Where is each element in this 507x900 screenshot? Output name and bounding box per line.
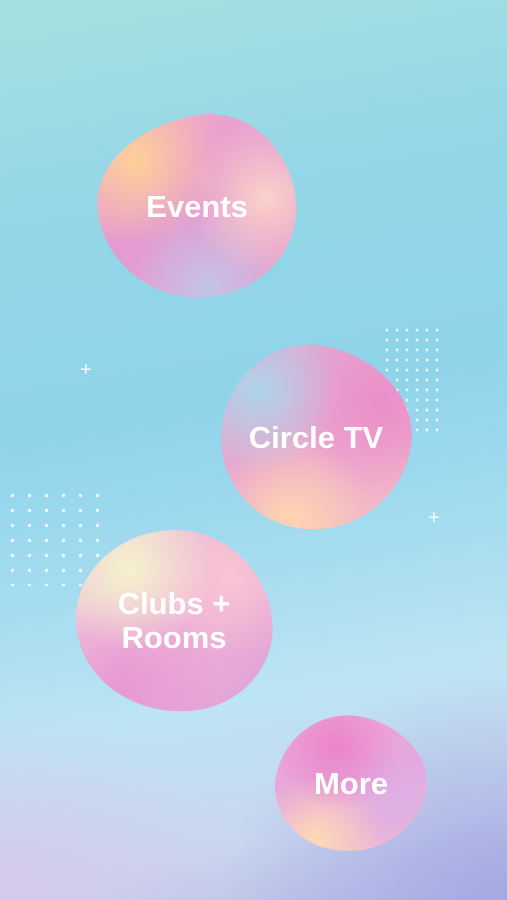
plus-icon-left: + — [80, 359, 92, 381]
circle-tv-button[interactable]: Circle TV — [206, 330, 426, 546]
more-label: More — [313, 766, 389, 801]
clubs-rooms-button[interactable]: Clubs + Rooms — [68, 521, 280, 721]
more-button[interactable]: More — [263, 701, 439, 867]
clubs-rooms-label: Clubs + Rooms — [117, 586, 231, 655]
plus-icon-right: + — [428, 507, 440, 529]
events-button[interactable]: Events — [86, 103, 308, 311]
events-label: Events — [146, 189, 248, 224]
circle-tv-label: Circle TV — [248, 420, 384, 455]
